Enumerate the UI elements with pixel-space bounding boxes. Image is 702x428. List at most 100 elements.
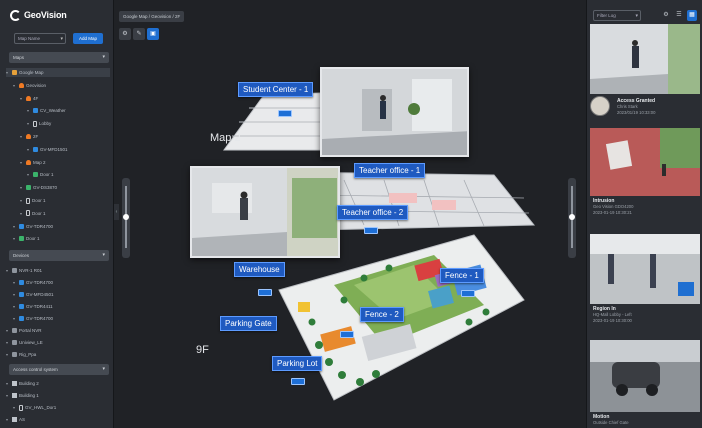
tree-item[interactable]: ▾ Lobby <box>27 119 110 128</box>
chevron-down-icon[interactable]: ▾ <box>20 209 24 218</box>
tag-parking-gate[interactable]: Parking Gate <box>220 316 277 331</box>
chevron-down-icon[interactable]: ▾ <box>13 81 17 90</box>
tree-item-label: GV-TDR4700 <box>26 223 54 229</box>
right-zoom-slider[interactable] <box>568 178 576 258</box>
chevron-down-icon[interactable]: ▾ <box>20 183 24 192</box>
tree-item[interactable]: ▾ CV_Weather <box>27 106 110 115</box>
event-card[interactable] <box>590 24 700 94</box>
chevron-down-icon[interactable]: ▾ <box>6 326 10 335</box>
tree-item[interactable]: ▾ GV-MFD1501 <box>27 145 110 154</box>
tree-item[interactable]: ▾ Door 1 <box>13 234 110 243</box>
chevron-down-icon[interactable]: ▾ <box>6 415 10 424</box>
chevron-down-icon[interactable]: ▾ <box>6 391 10 400</box>
maps-section-header[interactable]: Maps ▾ <box>9 52 109 63</box>
chevron-down-icon[interactable]: ▾ <box>13 403 17 412</box>
event-card[interactable]: Region In HQ-Mall Lobby - Left 2023-01-1… <box>590 234 700 324</box>
chevron-down-icon: ▾ <box>635 13 638 19</box>
tree-item-label: Portal NVR <box>19 328 42 333</box>
tag-warehouse[interactable]: Warehouse <box>234 262 285 277</box>
devices-section-header[interactable]: Devices ▾ <box>9 250 109 261</box>
tree-item[interactable]: ▾ Geovision <box>13 81 110 90</box>
grid-view-icon[interactable]: ▦ <box>687 10 697 21</box>
tree-item-label: Rig_Ppa <box>19 352 37 357</box>
person-icon <box>26 159 31 165</box>
tag-teacher-office-2[interactable]: Teacher office - 2 <box>337 205 409 220</box>
map-name-select[interactable]: Map Name ▾ <box>14 33 66 44</box>
tree-item[interactable]: ▾ Map 2 <box>20 158 110 167</box>
event-card[interactable]: Access Granted Chris Stark 2023/01/19 10… <box>590 96 700 116</box>
chevron-down-icon[interactable]: ▾ <box>6 68 10 77</box>
camera-marker-icon[interactable] <box>258 289 272 296</box>
building-icon <box>12 381 17 386</box>
chevron-down-icon[interactable]: ▾ <box>27 119 31 128</box>
chevron-down-icon[interactable]: ▾ <box>6 350 10 359</box>
tag-teacher-office-1[interactable]: Teacher office - 1 <box>354 163 426 178</box>
chevron-down-icon[interactable]: ▾ <box>13 278 17 287</box>
tree-item[interactable]: ▾ GV-TDR4700 <box>13 314 110 323</box>
chevron-down-icon[interactable]: ▾ <box>13 234 17 243</box>
tree-item[interactable]: ▾ Google Map <box>6 68 110 77</box>
tag-fence-2[interactable]: Fence - 2 <box>360 307 404 322</box>
tree-item[interactable]: ▾ Building 1 <box>6 391 110 400</box>
tag-fence-1[interactable]: Fence - 1 <box>440 268 484 283</box>
chevron-down-icon[interactable]: ▾ <box>13 302 17 311</box>
maps-section-label: Maps <box>13 55 25 60</box>
tree-item[interactable]: ▾ 2F <box>20 132 110 141</box>
camera-feed-teacher-office[interactable] <box>190 166 340 258</box>
chevron-down-icon[interactable]: ▾ <box>20 94 24 103</box>
tree-item[interactable]: ▾ GV-DS3870 <box>20 183 110 192</box>
tag-student-center[interactable]: Student Center - 1 <box>238 82 314 97</box>
camera-marker-icon[interactable] <box>278 110 292 117</box>
tree-item[interactable]: ▾ GV-TDR4700 <box>13 278 110 287</box>
camera-marker-icon[interactable] <box>461 290 475 297</box>
chevron-down-icon[interactable]: ▾ <box>13 314 17 323</box>
chevron-down-icon[interactable]: ▾ <box>20 158 24 167</box>
camera-marker-icon[interactable] <box>340 331 354 338</box>
chevron-down-icon[interactable]: ▾ <box>20 132 24 141</box>
chevron-down-icon[interactable]: ▾ <box>20 196 24 205</box>
tree-item-label: Geovision <box>26 82 47 88</box>
camera-feed-student-center[interactable] <box>320 67 469 157</box>
tree-item[interactable]: ▾ Door 1 <box>20 209 110 218</box>
tree-item[interactable]: ▾ Building 2 <box>6 379 110 388</box>
access-section-header[interactable]: Access control system ▾ <box>9 364 109 375</box>
filter-log-select[interactable]: Filter Log ▾ <box>593 10 641 21</box>
person-icon <box>26 134 31 139</box>
tree-item[interactable]: ▾ Portal NVR <box>6 326 110 335</box>
tree-item-label: Map 2 <box>33 159 46 165</box>
slider-knob[interactable] <box>569 214 575 220</box>
list-view-icon[interactable]: ☰ <box>674 10 684 21</box>
chevron-down-icon[interactable]: ▾ <box>27 106 31 115</box>
nvr-icon <box>12 328 17 333</box>
event-card[interactable]: Motion Outside Chief Gate <box>590 340 700 426</box>
tree-item[interactable]: ▾ NVR-1 R01 <box>6 266 110 275</box>
camera-icon <box>33 146 38 152</box>
chevron-down-icon[interactable]: ▾ <box>6 379 10 388</box>
tree-item[interactable]: ▾ Door 1 <box>20 196 110 205</box>
map-canvas[interactable]: ‹ Google Map / Geovision / 2F ⚙ ✎ ▣ Map … <box>114 0 586 428</box>
building-icon <box>12 417 17 422</box>
tree-item[interactable]: ▾ Door 1 <box>27 170 110 179</box>
tree-item[interactable]: ▾ GV-TDR4411 <box>13 302 110 311</box>
tree-item[interactable]: ▾ GV-TDR4700 <box>13 222 110 231</box>
chevron-down-icon[interactable]: ▾ <box>6 338 10 347</box>
chevron-down-icon[interactable]: ▾ <box>27 145 31 154</box>
tag-parking-lot[interactable]: Parking Lot <box>272 356 323 371</box>
nvr-icon <box>12 352 17 357</box>
tree-item[interactable]: ▾ GV-MFD4501 <box>13 290 110 299</box>
tree-item[interactable]: ▾ 4F <box>20 94 110 103</box>
chevron-down-icon[interactable]: ▾ <box>6 266 10 275</box>
event-card[interactable]: Intrusion Geo Vision GDO4200 2023-01-19 … <box>590 128 700 216</box>
chevron-down-icon[interactable]: ▾ <box>13 290 17 299</box>
tree-item[interactable]: ▾ Rig_Ppa <box>6 350 110 359</box>
chevron-down-icon[interactable]: ▾ <box>13 222 17 231</box>
settings-icon[interactable]: ⚙ <box>661 10 671 21</box>
tree-item[interactable]: ▾ GV_HWL_Dor1 <box>13 403 110 412</box>
camera-marker-icon[interactable] <box>291 378 305 385</box>
chevron-down-icon[interactable]: ▾ <box>27 170 31 179</box>
tree-item[interactable]: ▾ Uniview_LE <box>6 338 110 347</box>
camera-marker-icon[interactable] <box>364 227 378 234</box>
tree-item[interactable]: ▾ AS <box>6 415 110 424</box>
add-map-button[interactable]: Add Map <box>73 33 103 44</box>
devices-section-label: Devices <box>13 253 30 258</box>
